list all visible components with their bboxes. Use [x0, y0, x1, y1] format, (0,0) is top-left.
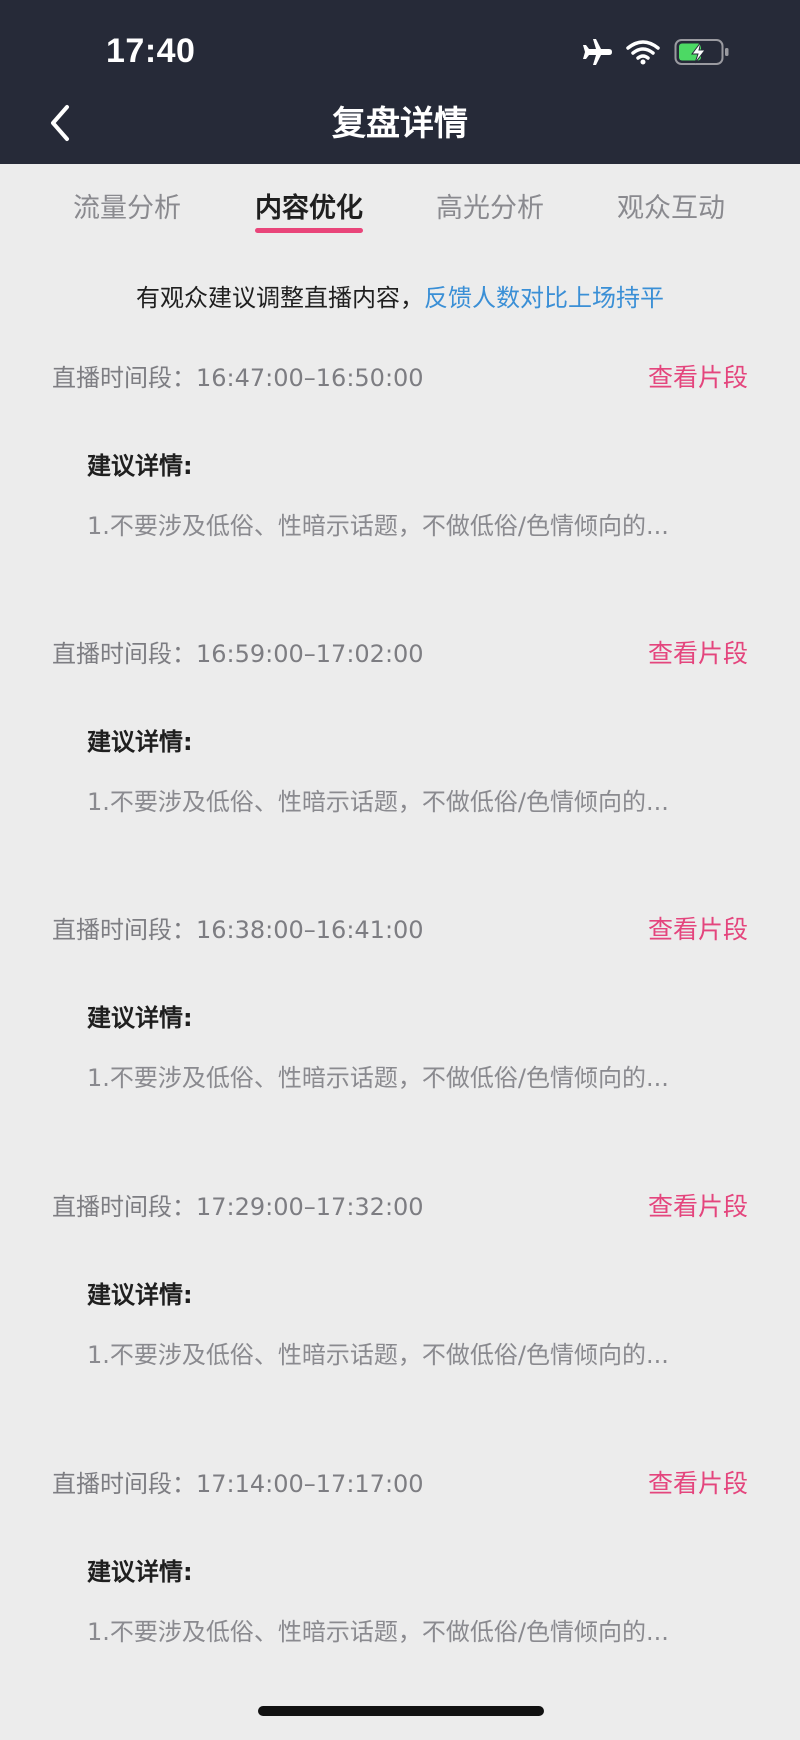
advice-label: 建议详情: [87, 1558, 193, 1586]
advice-text: 1.不要涉及低俗、性暗示话题，不做低俗/色情倾向的... [87, 1341, 669, 1369]
tab-audience-interaction[interactable]: 观众互动 [617, 186, 725, 225]
view-clip-link[interactable]: 查看片段 [648, 358, 748, 394]
active-tab-indicator [255, 228, 363, 233]
tab-traffic-analysis[interactable]: 流量分析 [73, 186, 181, 225]
advice-label: 建议详情: [87, 728, 193, 756]
status-bar-time: 17:40 [106, 32, 196, 70]
wifi-icon [626, 39, 660, 65]
app-header: 17:40 复盘详情 [0, 0, 800, 164]
advice-label: 建议详情: [87, 1004, 193, 1032]
advice-label: 建议详情: [87, 1281, 193, 1309]
segment-card: 直播时间段：16:59:00–17:02:00 查看片段 建议详情: 1.不要涉… [0, 634, 800, 910]
segment-time-range: 直播时间段：16:47:00–16:50:00 [52, 364, 424, 392]
segment-card: 直播时间段：17:29:00–17:32:00 查看片段 建议详情: 1.不要涉… [0, 1187, 800, 1463]
advice-text: 1.不要涉及低俗、性暗示话题，不做低俗/色情倾向的... [87, 1618, 669, 1646]
segment-time-range: 直播时间段：17:29:00–17:32:00 [52, 1193, 424, 1221]
battery-charging-icon [674, 38, 730, 66]
segment-card: 直播时间段：16:47:00–16:50:00 查看片段 建议详情: 1.不要涉… [0, 358, 800, 634]
tab-content-optimization[interactable]: 内容优化 [255, 186, 363, 225]
segment-card: 直播时间段：17:14:00–17:17:00 查看片段 建议详情: 1.不要涉… [0, 1464, 800, 1740]
view-clip-link[interactable]: 查看片段 [648, 634, 748, 670]
advice-text: 1.不要涉及低俗、性暗示话题，不做低俗/色情倾向的... [87, 512, 669, 540]
view-clip-link[interactable]: 查看片段 [648, 1464, 748, 1500]
view-clip-link[interactable]: 查看片段 [648, 1187, 748, 1223]
segment-time-range: 直播时间段：16:59:00–17:02:00 [52, 640, 424, 668]
segment-time-range: 直播时间段：16:38:00–16:41:00 [52, 916, 424, 944]
tab-highlight-analysis[interactable]: 高光分析 [436, 186, 544, 225]
segment-card: 直播时间段：16:38:00–16:41:00 查看片段 建议详情: 1.不要涉… [0, 910, 800, 1186]
advice-text: 1.不要涉及低俗、性暗示话题，不做低俗/色情倾向的... [87, 1064, 669, 1092]
airplane-icon [580, 38, 612, 66]
view-clip-link[interactable]: 查看片段 [648, 910, 748, 946]
status-bar-icons [580, 38, 730, 66]
advice-label: 建议详情: [87, 452, 193, 480]
home-indicator [258, 1706, 544, 1716]
advice-text: 1.不要涉及低俗、性暗示话题，不做低俗/色情倾向的... [87, 788, 669, 816]
summary-text: 有观众建议调整直播内容， [136, 284, 424, 312]
summary-highlight: 反馈人数对比上场持平 [424, 284, 664, 312]
tab-bar: 流量分析 内容优化 高光分析 观众互动 [0, 164, 800, 240]
feedback-summary: 有观众建议调整直播内容，反馈人数对比上场持平 [0, 278, 800, 313]
segment-time-range: 直播时间段：17:14:00–17:17:00 [52, 1470, 424, 1498]
page-title: 复盘详情 [332, 104, 468, 144]
